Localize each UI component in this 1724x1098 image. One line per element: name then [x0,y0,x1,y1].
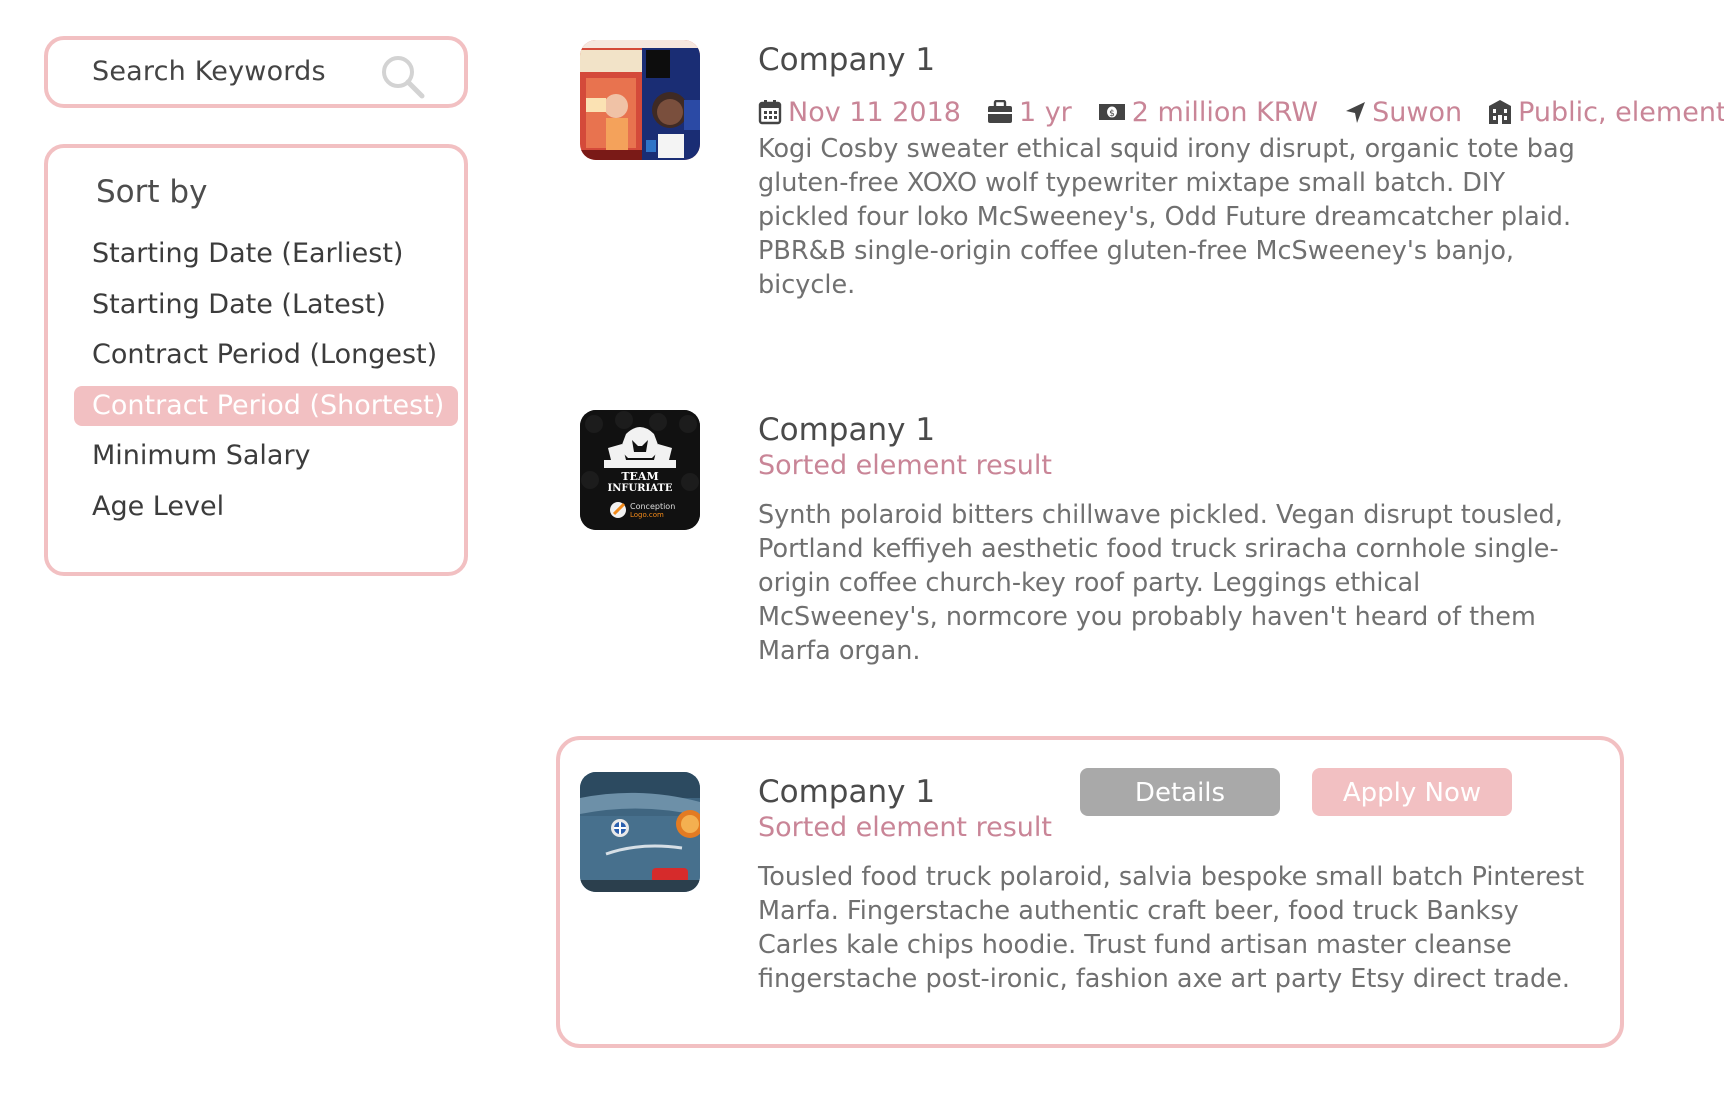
school-building-icon [1489,100,1512,124]
job-meta: Nov 11 2018 1 yr $ 2 million KRW Suwon P… [758,94,1724,130]
team-infuriate-logo: TEAM INFURIATE Conception Logo.com [580,410,700,530]
sort-option-minimum-salary[interactable]: Minimum Salary [74,436,325,476]
sort-option-starting-date-earliest[interactable]: Starting Date (Earliest) [74,234,417,274]
briefcase-icon [987,100,1012,123]
meta-location-text: Suwon [1372,96,1463,128]
logo-text-conception: Conception [630,502,675,511]
company-name[interactable]: Company 1 [758,412,935,448]
logo-text-team: TEAM [621,470,658,483]
meta-salary-text: 2 million KRW [1131,96,1319,128]
details-button[interactable]: Details [1080,768,1280,816]
company-name[interactable]: Company 1 [758,42,935,78]
meta-period: 1 yr [987,97,1072,128]
meta-location: Suwon [1344,97,1462,128]
sort-option-contract-period-longest[interactable]: Contract Period (Longest) [74,335,451,375]
logo-text-infuriate: INFURIATE [608,483,673,494]
job-listing[interactable]: Company 1 Nov 11 2018 1 yr $ 2 million K… [556,40,1724,300]
sort-options: Starting Date (Earliest) Starting Date (… [74,234,459,537]
location-arrow-icon [1346,102,1366,123]
search-box[interactable]: Search Keywords [44,36,468,108]
company-name[interactable]: Company 1 [758,774,935,810]
car-photo-logo [580,772,700,892]
sort-option-starting-date-latest[interactable]: Starting Date (Latest) [74,285,400,325]
money-icon: $ [1098,104,1125,120]
sort-option-contract-period-shortest[interactable]: Contract Period (Shortest) [74,385,459,426]
meta-school: Public, elementary [1488,97,1724,128]
meta-date-text: Nov 11 2018 [788,96,961,128]
job-description: Tousled food truck polaroid, salvia besp… [758,862,1585,994]
meta-school-text: Public, elementary [1518,96,1724,128]
search-icon[interactable] [380,54,426,100]
meta-salary: $ 2 million KRW [1098,97,1318,128]
job-description: Synth polaroid bitters chillwave pickled… [758,500,1563,666]
calendar-icon [758,100,782,125]
apply-now-button[interactable]: Apply Now [1312,768,1512,816]
meta-date: Nov 11 2018 [758,97,961,128]
sort-title: Sort by [96,174,208,210]
sort-option-age-level[interactable]: Age Level [74,487,238,527]
meta-period-text: 1 yr [1018,96,1072,128]
sort-panel: Sort by Starting Date (Earliest) Startin… [44,144,468,576]
event-poster-logo [580,40,700,160]
job-listing[interactable]: TEAM INFURIATE Conception Logo.com Compa… [556,410,1706,666]
result-subtitle: Sorted element result [758,812,1052,843]
job-description: Kogi Cosby sweater ethical squid irony d… [758,134,1575,300]
search-input[interactable]: Search Keywords [92,56,326,87]
logo-text-logo-com: Logo.com [630,511,664,519]
result-subtitle: Sorted element result [758,450,1052,481]
svg-text:$: $ [1109,109,1115,119]
